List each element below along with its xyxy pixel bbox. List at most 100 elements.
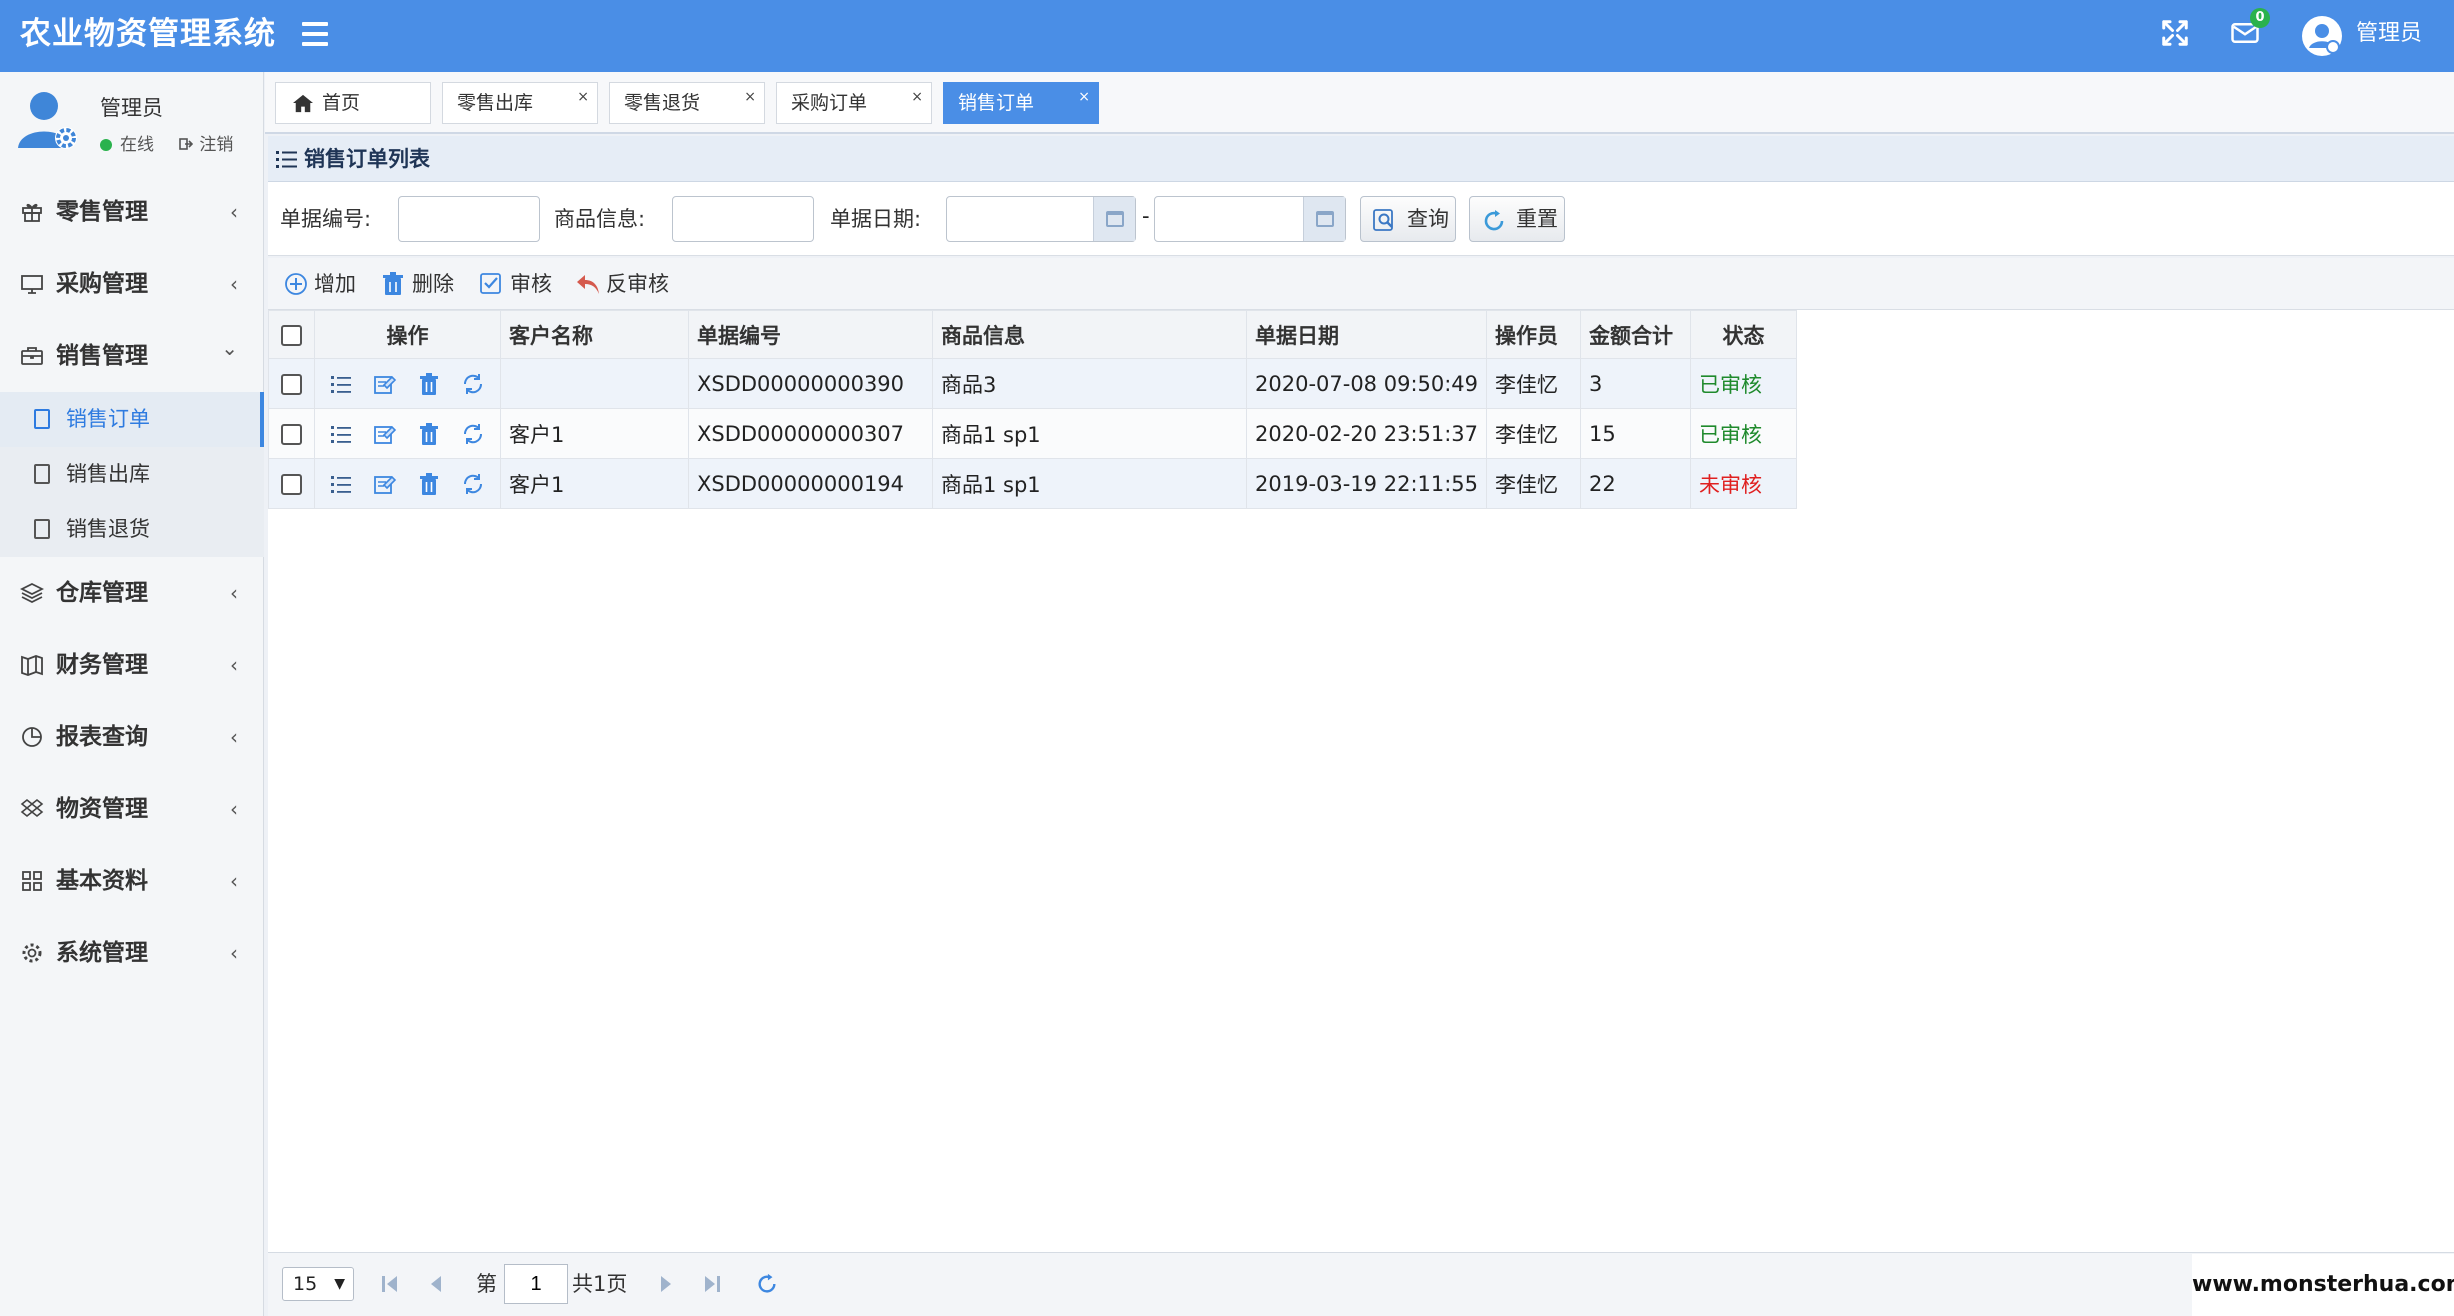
row-checkbox[interactable] [281, 424, 302, 445]
col-actions: 操作 [314, 310, 501, 359]
col-amount[interactable]: 金额合计 [1580, 310, 1692, 359]
cell-operator: 李佳忆 [1486, 458, 1582, 509]
chevron-left-icon: ‹ [230, 725, 238, 749]
date-from-input[interactable] [946, 196, 1136, 242]
bill-no-label: 单据编号: [280, 207, 372, 231]
calendar-icon[interactable] [1093, 197, 1135, 241]
refresh-icon[interactable] [756, 1273, 778, 1295]
tab-home[interactable]: 首页 [275, 82, 431, 124]
audit-button[interactable]: 审核 [480, 258, 552, 310]
sidebar-item-basic-data[interactable]: 基本资料 ‹ [0, 845, 264, 917]
top-user-name[interactable]: 管理员 [2356, 18, 2422, 50]
data-grid: 操作 客户名称 单据编号 商品信息 单据日期 操作员 金额合计 状态 XSDD0… [268, 310, 2454, 1252]
goods-info-input[interactable] [672, 196, 814, 242]
page-number-input[interactable] [504, 1264, 568, 1304]
sidebar-nav: 零售管理 ‹ 采购管理 ‹ 销售管理 ⌄ 销售订单 销售出库 销售退货 仓库管理… [0, 176, 264, 989]
prev-page-icon[interactable] [428, 1273, 444, 1295]
cell-goods: 商品1 sp1 [932, 458, 1247, 509]
logout-link[interactable]: 注销 [179, 135, 233, 155]
app-title: 农业物资管理系统 [20, 16, 276, 52]
sidebar-item-system[interactable]: 系统管理 ‹ [0, 917, 264, 989]
user-panel: 管理员 在线 注销 [0, 72, 264, 172]
sidebar-item-finance[interactable]: 财务管理 ‹ [0, 629, 264, 701]
tab-retail-out[interactable]: 零售出库 × [442, 82, 598, 124]
query-button[interactable]: 查询 [1360, 196, 1456, 242]
online-dot-icon [100, 139, 112, 151]
refresh-icon[interactable] [461, 422, 485, 446]
refresh-icon[interactable] [461, 472, 485, 496]
sidebar-item-warehouse[interactable]: 仓库管理 ‹ [0, 557, 264, 629]
bill-no-input[interactable] [398, 196, 540, 242]
chevron-left-icon: ‹ [230, 797, 238, 821]
gear-icon [22, 943, 42, 963]
tab-sales-order[interactable]: 销售订单 × [943, 82, 1099, 124]
row-actions [314, 358, 501, 409]
trash-icon[interactable] [417, 372, 441, 396]
calendar-icon[interactable] [1303, 197, 1345, 241]
menu-icon[interactable] [302, 22, 328, 50]
unaudit-button[interactable]: 反审核 [576, 258, 669, 310]
select-all-checkbox[interactable] [281, 325, 302, 346]
sidebar-item-sales-order[interactable]: 销售订单 [0, 392, 264, 447]
edit-icon[interactable] [373, 422, 397, 446]
list-icon[interactable] [329, 372, 353, 396]
sidebar-item-reports[interactable]: 报表查询 ‹ [0, 701, 264, 773]
close-icon[interactable]: × [1078, 77, 1090, 117]
next-page-icon[interactable] [658, 1273, 674, 1295]
table-header-row: 操作 客户名称 单据编号 商品信息 单据日期 操作员 金额合计 状态 [268, 310, 1798, 359]
col-bill-no[interactable]: 单据编号 [688, 310, 933, 359]
trash-icon[interactable] [417, 472, 441, 496]
close-icon[interactable]: × [911, 77, 923, 117]
col-date[interactable]: 单据日期 [1245, 310, 1488, 359]
sidebar-item-materials[interactable]: 物资管理 ‹ [0, 773, 264, 845]
tab-purchase-order[interactable]: 采购订单 × [776, 82, 932, 124]
page-size-select[interactable]: 15 ▼ [282, 1267, 354, 1301]
watermark: www.monsterhua.com [2192, 1254, 2454, 1316]
date-to-input[interactable] [1154, 196, 1346, 242]
top-bar: 农业物资管理系统 0 管理员 [0, 0, 2454, 72]
tab-bar: 首页 零售出库 × 零售退货 × 采购订单 × 销售订单 × [265, 72, 2454, 134]
tab-retail-return[interactable]: 零售退货 × [609, 82, 765, 124]
add-button[interactable]: 增加 [284, 258, 356, 310]
col-operator[interactable]: 操作员 [1486, 310, 1582, 359]
reset-button[interactable]: 重置 [1469, 196, 1565, 242]
sidebar-item-purchase[interactable]: 采购管理 ‹ [0, 248, 264, 320]
cell-date: 2019-03-19 22:11:55 [1245, 458, 1488, 509]
cell-goods: 商品3 [932, 358, 1247, 409]
sidebar-item-sales-out[interactable]: 销售出库 [0, 447, 264, 502]
user-avatar-icon[interactable] [2300, 14, 2344, 58]
page-prefix: 第 [476, 1272, 497, 1296]
col-goods[interactable]: 商品信息 [932, 310, 1247, 359]
fullscreen-icon[interactable] [2160, 18, 2190, 48]
cell-operator: 李佳忆 [1486, 358, 1582, 409]
list-icon [276, 151, 297, 168]
row-checkbox[interactable] [281, 474, 302, 495]
last-page-icon[interactable] [702, 1273, 722, 1295]
refresh-icon[interactable] [461, 372, 485, 396]
first-page-icon[interactable] [380, 1273, 400, 1295]
close-icon[interactable]: × [744, 77, 756, 117]
select-all-cell [268, 310, 315, 359]
chevron-left-icon: ‹ [230, 653, 238, 677]
col-customer[interactable]: 客户名称 [500, 310, 689, 359]
home-icon [293, 94, 313, 113]
sidebar-item-sales[interactable]: 销售管理 ⌄ [0, 320, 264, 392]
sidebar-item-retail[interactable]: 零售管理 ‹ [0, 176, 264, 248]
pie-chart-icon [22, 727, 42, 747]
table-row[interactable]: 客户1 XSDD00000000307 商品1 sp1 2020-02-20 2… [268, 408, 1798, 459]
edit-icon[interactable] [373, 372, 397, 396]
row-checkbox[interactable] [281, 374, 302, 395]
edit-icon[interactable] [373, 472, 397, 496]
row-actions [314, 408, 501, 459]
cell-date: 2020-07-08 09:50:49 [1245, 358, 1488, 409]
list-icon[interactable] [329, 422, 353, 446]
delete-button[interactable]: 删除 [382, 258, 454, 310]
list-icon[interactable] [329, 472, 353, 496]
trash-icon[interactable] [417, 422, 441, 446]
sidebar-item-sales-return[interactable]: 销售退货 [0, 502, 264, 557]
table-row[interactable]: 客户1 XSDD00000000194 商品1 sp1 2019-03-19 2… [268, 458, 1798, 509]
col-status[interactable]: 状态 [1690, 310, 1798, 359]
table-row[interactable]: XSDD00000000390 商品3 2020-07-08 09:50:49 … [268, 358, 1798, 409]
close-icon[interactable]: × [577, 77, 589, 117]
briefcase-icon [21, 347, 43, 365]
